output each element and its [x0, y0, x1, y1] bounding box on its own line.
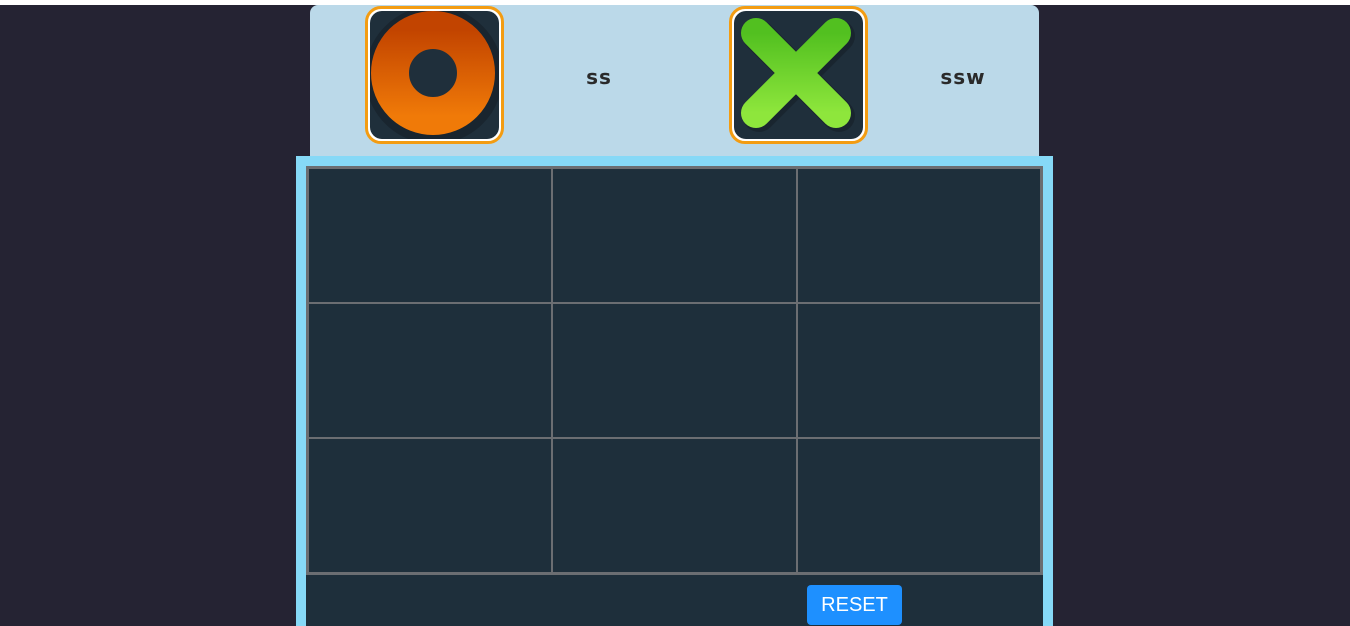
board-frame: RESET [296, 156, 1053, 626]
player-x-name: ssw [940, 65, 986, 89]
cell-0-0[interactable] [308, 168, 553, 303]
board: RESET [306, 166, 1043, 626]
cell-0-2[interactable] [796, 168, 1041, 303]
cell-2-1[interactable] [552, 438, 797, 573]
cell-1-2[interactable] [796, 303, 1041, 438]
cell-1-1[interactable] [552, 303, 797, 438]
board-grid [306, 166, 1043, 575]
board-footer: RESET [306, 575, 1043, 626]
x-cross-icon [741, 18, 855, 132]
players-panel: ss ssw [310, 5, 1039, 156]
cell-1-0[interactable] [308, 303, 553, 438]
player-o-name: ss [586, 65, 612, 89]
player-x-card [729, 6, 868, 144]
cell-2-0[interactable] [308, 438, 553, 573]
cell-2-2[interactable] [796, 438, 1041, 573]
player-o-card [365, 6, 504, 144]
cell-0-1[interactable] [552, 168, 797, 303]
reset-button[interactable]: RESET [807, 585, 902, 625]
o-ring-icon [370, 11, 499, 139]
